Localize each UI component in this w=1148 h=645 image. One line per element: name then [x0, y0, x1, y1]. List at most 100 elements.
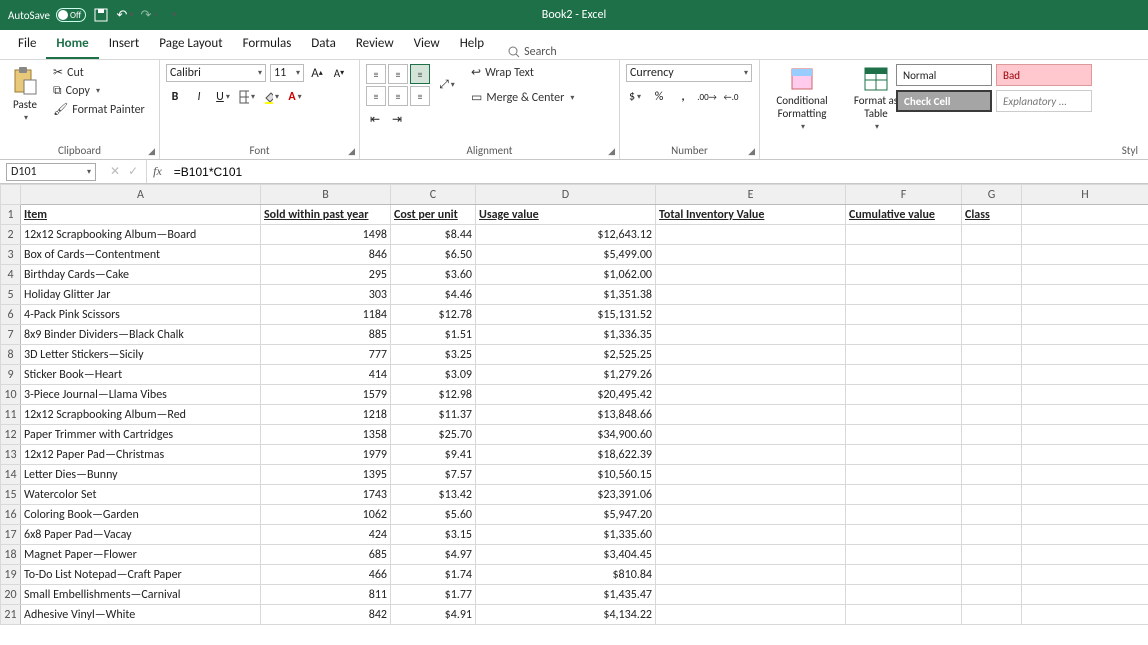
- cell-H14[interactable]: [1022, 465, 1148, 485]
- cell-C15[interactable]: $13.42: [391, 485, 476, 505]
- cell-A20[interactable]: Small Embellishments—Carnival: [21, 585, 261, 605]
- cell-D8[interactable]: $2,525.25: [476, 345, 656, 365]
- cell-style-check-cell[interactable]: Check Cell: [896, 90, 992, 112]
- row-header-14[interactable]: 14: [1, 465, 21, 485]
- cell-F14[interactable]: [846, 465, 962, 485]
- cell-G3[interactable]: [962, 245, 1022, 265]
- conditional-formatting-button[interactable]: Conditional Formatting▾: [766, 64, 838, 134]
- cell-A3[interactable]: Box of Cards—Contentment: [21, 245, 261, 265]
- format-painter-button[interactable]: 🖌Format Painter: [50, 101, 148, 118]
- decrease-indent-button[interactable]: ⇤: [366, 110, 384, 128]
- cell-A15[interactable]: Watercolor Set: [21, 485, 261, 505]
- cell-F19[interactable]: [846, 565, 962, 585]
- formula-input[interactable]: [168, 163, 1148, 181]
- cell-C16[interactable]: $5.60: [391, 505, 476, 525]
- cell-A8[interactable]: 3D Letter Stickers—Sicily: [21, 345, 261, 365]
- menu-help[interactable]: Help: [450, 32, 494, 59]
- cell-B10[interactable]: 1579: [261, 385, 391, 405]
- increase-font-icon[interactable]: A▴: [308, 64, 326, 82]
- font-name-select[interactable]: Calibri▾: [166, 64, 266, 82]
- row-header-8[interactable]: 8: [1, 345, 21, 365]
- row-header-12[interactable]: 12: [1, 425, 21, 445]
- cell-G14[interactable]: [962, 465, 1022, 485]
- cell-G17[interactable]: [962, 525, 1022, 545]
- cell-C11[interactable]: $11.37: [391, 405, 476, 425]
- align-top-right[interactable]: ≡: [410, 64, 430, 84]
- redo-icon[interactable]: ↷▾: [140, 6, 158, 24]
- row-header-21[interactable]: 21: [1, 605, 21, 625]
- cell-C14[interactable]: $7.57: [391, 465, 476, 485]
- cell-D3[interactable]: $5,499.00: [476, 245, 656, 265]
- row-header-4[interactable]: 4: [1, 265, 21, 285]
- cell-F12[interactable]: [846, 425, 962, 445]
- cell-C6[interactable]: $12.78: [391, 305, 476, 325]
- cut-button[interactable]: ✂Cut: [50, 64, 148, 81]
- fx-icon[interactable]: fx: [147, 164, 168, 179]
- cell-F18[interactable]: [846, 545, 962, 565]
- tell-me-search[interactable]: Search: [508, 45, 557, 59]
- cell-C18[interactable]: $4.97: [391, 545, 476, 565]
- copy-button[interactable]: ⧉Copy▾: [50, 83, 148, 99]
- worksheet-grid[interactable]: ABCDEFGH1ItemSold within past yearCost p…: [0, 184, 1148, 645]
- cell-H6[interactable]: [1022, 305, 1148, 325]
- cell-B6[interactable]: 1184: [261, 305, 391, 325]
- cell-G11[interactable]: [962, 405, 1022, 425]
- cell-B16[interactable]: 1062: [261, 505, 391, 525]
- menu-insert[interactable]: Insert: [99, 32, 150, 59]
- cell-A18[interactable]: Magnet Paper—Flower: [21, 545, 261, 565]
- cell-G4[interactable]: [962, 265, 1022, 285]
- cell-D19[interactable]: $810.84: [476, 565, 656, 585]
- cell-A13[interactable]: 12x12 Paper Pad—Christmas: [21, 445, 261, 465]
- align-bottom-center[interactable]: ≡: [388, 86, 408, 106]
- cell-H2[interactable]: [1022, 225, 1148, 245]
- row-header-15[interactable]: 15: [1, 485, 21, 505]
- cell-A6[interactable]: 4-Pack Pink Scissors: [21, 305, 261, 325]
- cell-H11[interactable]: [1022, 405, 1148, 425]
- cell-B8[interactable]: 777: [261, 345, 391, 365]
- align-top-center[interactable]: ≡: [388, 64, 408, 84]
- col-header-F[interactable]: F: [846, 185, 962, 205]
- cell-E5[interactable]: [656, 285, 846, 305]
- cell-G18[interactable]: [962, 545, 1022, 565]
- menu-review[interactable]: Review: [346, 32, 404, 59]
- cell-E21[interactable]: [656, 605, 846, 625]
- cell-H8[interactable]: [1022, 345, 1148, 365]
- cell-B4[interactable]: 295: [261, 265, 391, 285]
- cell-A16[interactable]: Coloring Book—Garden: [21, 505, 261, 525]
- cell-B2[interactable]: 1498: [261, 225, 391, 245]
- row-header-3[interactable]: 3: [1, 245, 21, 265]
- cell-C3[interactable]: $6.50: [391, 245, 476, 265]
- cell-F10[interactable]: [846, 385, 962, 405]
- cell-B17[interactable]: 424: [261, 525, 391, 545]
- row-header-10[interactable]: 10: [1, 385, 21, 405]
- cell-style-normal[interactable]: Normal: [896, 64, 992, 86]
- col-header-A[interactable]: A: [21, 185, 261, 205]
- fill-color-button[interactable]: ▾: [262, 88, 280, 106]
- row-header-5[interactable]: 5: [1, 285, 21, 305]
- row-header-13[interactable]: 13: [1, 445, 21, 465]
- orientation-button[interactable]: ⤢▾: [438, 76, 456, 94]
- borders-button[interactable]: ▾: [238, 88, 256, 106]
- cell-G9[interactable]: [962, 365, 1022, 385]
- col-header-B[interactable]: B: [261, 185, 391, 205]
- cell-C1[interactable]: Cost per unit: [391, 205, 476, 225]
- cell-D13[interactable]: $18,622.39: [476, 445, 656, 465]
- cell-A4[interactable]: Birthday Cards—Cake: [21, 265, 261, 285]
- cell-G6[interactable]: [962, 305, 1022, 325]
- cell-H7[interactable]: [1022, 325, 1148, 345]
- cell-B9[interactable]: 414: [261, 365, 391, 385]
- comma-format-button[interactable]: ,: [674, 88, 692, 106]
- cell-E17[interactable]: [656, 525, 846, 545]
- cell-H9[interactable]: [1022, 365, 1148, 385]
- cell-B20[interactable]: 811: [261, 585, 391, 605]
- row-header-17[interactable]: 17: [1, 525, 21, 545]
- cell-D2[interactable]: $12,643.12: [476, 225, 656, 245]
- cell-D12[interactable]: $34,900.60: [476, 425, 656, 445]
- cell-F5[interactable]: [846, 285, 962, 305]
- increase-indent-button[interactable]: ⇥: [388, 110, 406, 128]
- align-bottom-left[interactable]: ≡: [366, 86, 386, 106]
- cell-A14[interactable]: Letter Dies—Bunny: [21, 465, 261, 485]
- cell-A9[interactable]: Sticker Book—Heart: [21, 365, 261, 385]
- cell-H13[interactable]: [1022, 445, 1148, 465]
- cell-G13[interactable]: [962, 445, 1022, 465]
